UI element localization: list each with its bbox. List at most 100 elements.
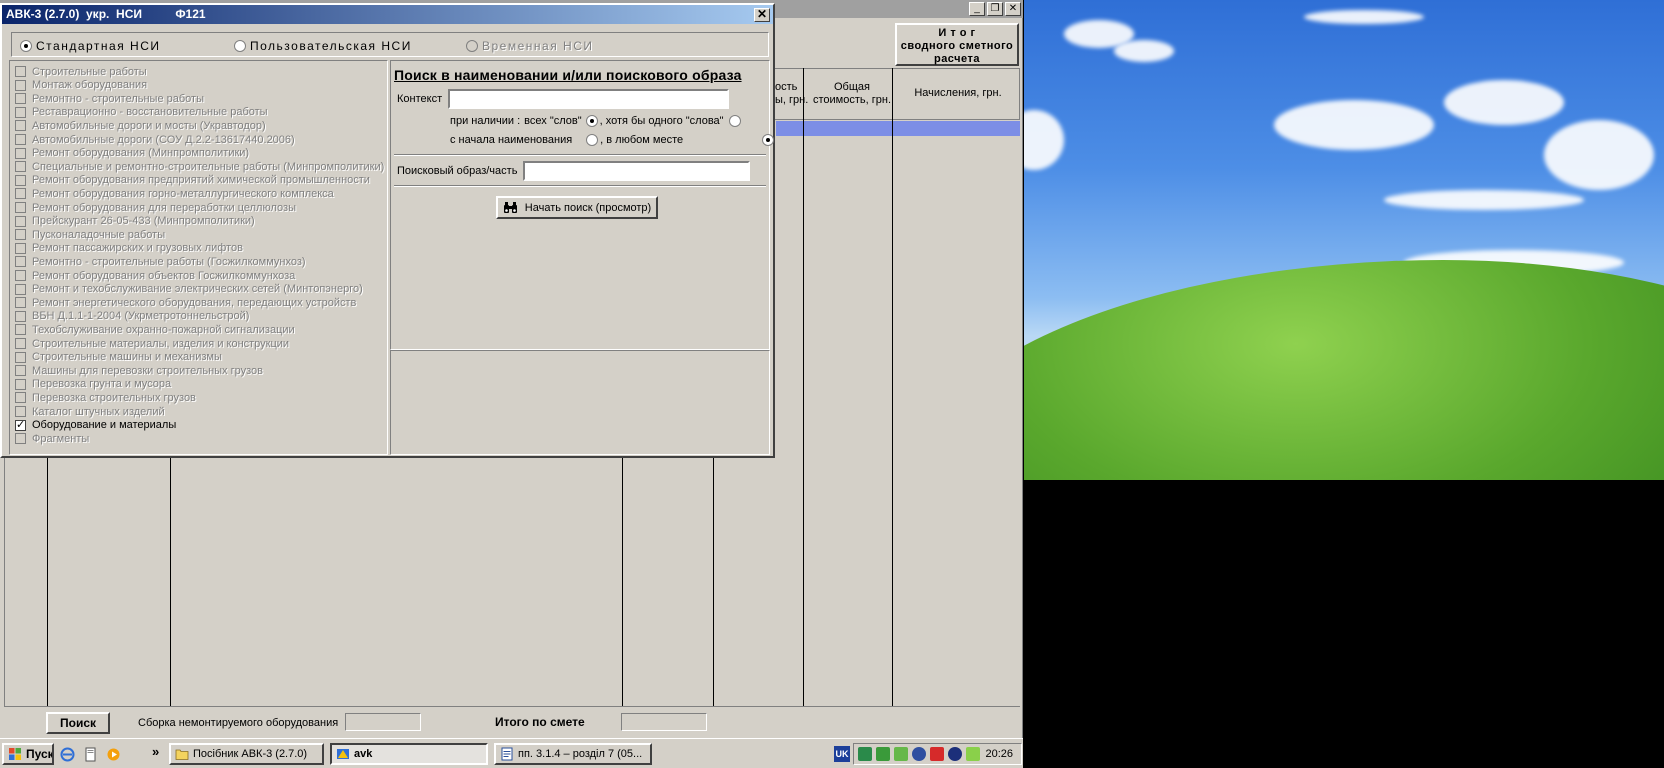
tray-app-icon[interactable]	[858, 747, 872, 761]
category-item[interactable]: Ремонт оборудования объектов Госжилкомму…	[15, 269, 295, 282]
category-item[interactable]: Ремонт оборудования горно-металлургическ…	[15, 187, 334, 200]
category-checkbox[interactable]	[15, 324, 26, 336]
category-checkbox[interactable]	[15, 188, 26, 200]
radio-any-word[interactable]	[728, 115, 741, 127]
category-item[interactable]: Автомобильные дороги и мосты (Укравтодор…	[15, 119, 266, 132]
category-label: Ремонт пассажирских и грузовых лифтов	[32, 242, 243, 255]
category-item[interactable]: Перевозка строительных грузов	[15, 391, 196, 404]
category-checkbox[interactable]	[15, 338, 26, 349]
radio-all-words[interactable]	[585, 115, 598, 127]
category-item[interactable]: Автомобильные дороги (СОУ Д.2.2-13617440…	[15, 133, 295, 146]
radio-from-start[interactable]	[586, 134, 599, 146]
category-item[interactable]: Машины для перевозки строительных грузов	[15, 364, 263, 377]
radio-standard-nsi[interactable]: Стандартная НСИ	[20, 39, 161, 53]
category-checkbox[interactable]	[15, 378, 26, 390]
category-item[interactable]: ВБН Д.1.1-1-2004 (Укрметротоннельстрой)	[15, 310, 249, 323]
category-item[interactable]: Специальные и ремонтно-строительные рабо…	[15, 160, 384, 173]
language-indicator[interactable]: UK	[834, 746, 850, 762]
category-checkbox[interactable]	[15, 297, 26, 309]
media-player-quicklaunch-icon[interactable]	[106, 747, 121, 762]
grid-selected-row[interactable]	[776, 121, 1020, 136]
column-header-charges[interactable]: Начисления, грн.	[895, 87, 1021, 100]
pattern-input[interactable]	[523, 161, 750, 181]
column-header-total-cost[interactable]: Общая стоимость, грн.	[808, 81, 896, 107]
category-item[interactable]: Ремонт оборудования предприятий химическ…	[15, 174, 370, 187]
taskbar-task-document[interactable]: пп. 3.1.4 – розділ 7 (05...	[494, 743, 652, 765]
category-item[interactable]: Монтаж оборудования	[15, 79, 147, 92]
category-item[interactable]: ✓ Оборудование и материалы	[15, 419, 176, 432]
category-checkbox[interactable]	[15, 351, 26, 363]
category-checkbox[interactable]	[15, 433, 26, 445]
category-item[interactable]: Ремонт оборудования для переработки целл…	[15, 201, 296, 214]
category-item[interactable]: Ремонтно - строительные работы (Госжилко…	[15, 255, 306, 268]
taskbar-task-guide[interactable]: Посібник АВК-3 (2.7.0)	[169, 743, 324, 765]
category-checkbox[interactable]	[15, 392, 26, 404]
category-item[interactable]: Техобслуживание охранно-пожарной сигнали…	[15, 323, 295, 336]
category-item[interactable]: Ремонтно - строительные работы	[15, 92, 204, 105]
category-item[interactable]: Каталог штучных изделий	[15, 405, 165, 418]
category-item[interactable]: Ремонт и техобслуживание электрических с…	[15, 283, 363, 296]
tray-security-icon[interactable]	[912, 747, 926, 761]
desktop-quicklaunch-icon[interactable]	[83, 747, 98, 762]
category-checkbox[interactable]	[15, 93, 26, 105]
category-item[interactable]: Ремонт пассажирских и грузовых лифтов	[15, 242, 243, 255]
category-item[interactable]: Строительные работы	[15, 65, 147, 78]
category-item[interactable]: Ремонт оборудования (Минпромполитики)	[15, 147, 249, 160]
search-button[interactable]: Поиск	[46, 712, 110, 734]
start-button[interactable]: Пуск	[2, 743, 54, 765]
tray-flash-icon[interactable]	[930, 747, 944, 761]
category-checkbox[interactable]	[15, 106, 26, 118]
category-label: ВБН Д.1.1-1-2004 (Укрметротоннельстрой)	[32, 310, 250, 323]
tray-arrow-icon[interactable]	[966, 747, 980, 761]
dialog-close-button[interactable]: ✕	[754, 8, 770, 22]
category-label: Ремонт энергетического оборудования, пер…	[32, 296, 357, 309]
category-checkbox[interactable]	[15, 229, 26, 241]
tray-display-icon[interactable]	[948, 747, 962, 761]
clock[interactable]: 20:26	[985, 748, 1013, 760]
category-item[interactable]: Ремонт энергетического оборудования, пер…	[15, 296, 356, 309]
category-checkbox[interactable]: ✓	[15, 419, 26, 431]
category-checkbox[interactable]	[15, 202, 26, 213]
nsi-source-group: Стандартная НСИ Пользовательская НСИ Вре…	[11, 32, 769, 57]
assembly-value-field	[345, 713, 421, 731]
category-checkbox[interactable]	[15, 134, 26, 145]
category-checkbox[interactable]	[15, 256, 26, 268]
ie-quicklaunch-icon[interactable]	[60, 747, 75, 762]
category-label: Прейскурант 26-05-433 (Минпромполитики)	[32, 215, 255, 228]
category-item[interactable]: Перевозка грунта и мусора	[15, 378, 171, 391]
category-checkbox[interactable]	[15, 215, 26, 227]
category-item[interactable]: Реставрационно - восстановительные работ…	[15, 106, 268, 119]
taskbar-chevron-icon[interactable]: »	[152, 744, 159, 759]
category-label: Техобслуживание охранно-пожарной сигнали…	[32, 323, 295, 336]
context-input[interactable]	[448, 89, 729, 109]
category-item[interactable]: Фрагменты	[15, 432, 89, 445]
start-search-button[interactable]: Начать поиск (просмотр)	[496, 196, 658, 219]
category-checkbox[interactable]	[15, 283, 26, 295]
category-checkbox[interactable]	[15, 270, 26, 281]
tray-update-icon[interactable]	[894, 747, 908, 761]
radio-anywhere[interactable]	[762, 134, 775, 146]
category-item[interactable]: Строительные машины и механизмы	[15, 351, 222, 364]
category-checkbox[interactable]	[15, 242, 26, 254]
taskbar-task-avk[interactable]: avk	[330, 743, 488, 765]
category-item[interactable]: Строительные материалы, изделия и констр…	[15, 337, 289, 350]
category-checkbox[interactable]	[15, 310, 26, 322]
category-checkbox[interactable]	[15, 66, 26, 77]
summary-totals-button[interactable]: И т о г сводного сметного расчета	[895, 23, 1019, 66]
tray-network-icon[interactable]	[876, 747, 890, 761]
search-panel-title: Поиск в наименовании и/или поискового об…	[394, 67, 742, 83]
main-close-button[interactable]: ✕	[1005, 2, 1021, 16]
category-checkbox[interactable]	[15, 147, 26, 159]
category-checkbox[interactable]	[15, 365, 26, 377]
category-item[interactable]: Пусконаладочные работы	[15, 228, 165, 241]
search-panel: Поиск в наименовании и/или поискового об…	[390, 60, 775, 350]
maximize-button[interactable]: ❐	[987, 2, 1003, 16]
radio-user-nsi[interactable]: Пользовательская НСИ	[234, 39, 412, 53]
minimize-button[interactable]: _	[969, 2, 985, 16]
category-checkbox[interactable]	[15, 406, 26, 417]
category-checkbox[interactable]	[15, 120, 26, 132]
category-checkbox[interactable]	[15, 161, 26, 173]
category-item[interactable]: Прейскурант 26-05-433 (Минпромполитики)	[15, 215, 255, 228]
category-checkbox[interactable]	[15, 79, 26, 91]
category-checkbox[interactable]	[15, 174, 26, 186]
